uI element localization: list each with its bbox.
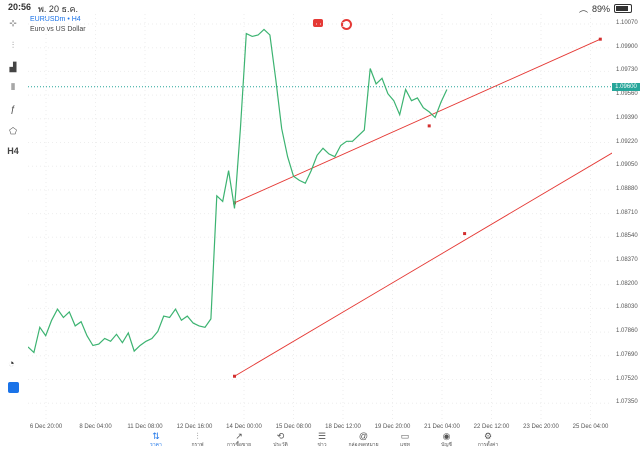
news-icon: ☰ bbox=[317, 431, 327, 441]
nav-label: ประวัติ bbox=[273, 442, 288, 448]
battery-icon bbox=[614, 4, 632, 13]
gauge-icon[interactable]: ◔ bbox=[8, 358, 15, 370]
nav-label: กล่องจดหมาย bbox=[348, 442, 379, 448]
price-tick-label: 1.07350 bbox=[616, 399, 638, 406]
function-icon[interactable]: ƒ bbox=[4, 104, 22, 120]
price-tick-label: 1.07690 bbox=[616, 351, 638, 358]
price-tick-label: 1.09560 bbox=[616, 91, 638, 98]
time-tick-label: 11 Dec 08:00 bbox=[127, 424, 163, 430]
price-tick-label: 1.08710 bbox=[616, 209, 638, 216]
trade-icon: ↗ bbox=[235, 431, 243, 441]
settings-icon: ⚙ bbox=[483, 431, 493, 441]
trendline-1 bbox=[234, 38, 601, 204]
price-tick-label: 1.08370 bbox=[616, 257, 638, 263]
bars-icon[interactable]: ▟ bbox=[4, 62, 22, 78]
shapes-icon[interactable]: ⬠ bbox=[4, 126, 22, 142]
price-tick-label: 1.10070 bbox=[616, 20, 638, 26]
chat-icon: ▭ bbox=[400, 431, 410, 441]
time-tick-label: 6 Dec 20:00 bbox=[29, 424, 63, 430]
nav-label: การตั้งค่า bbox=[477, 442, 499, 448]
price-tick-label: 1.07860 bbox=[616, 328, 638, 335]
history-icon: ⟲ bbox=[276, 431, 285, 441]
nav-history[interactable]: ⟲ ประวัติ bbox=[261, 432, 301, 449]
candles-icon[interactable]: ⫶ bbox=[4, 40, 22, 56]
price-tick-label: 1.08030 bbox=[616, 304, 638, 311]
quotes-icon: ⇅ bbox=[152, 431, 160, 441]
price-tick-label: 1.08880 bbox=[616, 185, 638, 192]
account-icon: ◉ bbox=[442, 431, 451, 441]
chart-icon: ⫶ bbox=[196, 431, 199, 441]
nav-chart[interactable]: ⫶ กราฟ bbox=[178, 432, 218, 449]
mailbox-icon: @ bbox=[358, 431, 369, 441]
price-chart[interactable] bbox=[27, 14, 640, 424]
nav-trade[interactable]: ↗ การซื้อขาย bbox=[219, 432, 259, 449]
nav-news[interactable]: ☰ ข่าว bbox=[302, 432, 342, 449]
indicators-icon[interactable]: ⫴ bbox=[4, 82, 22, 98]
price-tick-label: 1.07520 bbox=[616, 375, 638, 382]
nav-label: ข่าว bbox=[317, 442, 327, 448]
nav-label: ราคา bbox=[150, 442, 162, 448]
trendline-2-anchor-1 bbox=[233, 374, 236, 378]
time-tick-label: 19 Dec 20:00 bbox=[374, 424, 411, 430]
time-tick-label: 14 Dec 00:00 bbox=[226, 424, 262, 430]
time-tick-label: 8 Dec 04:00 bbox=[79, 424, 112, 430]
time-tick-label: 22 Dec 12:00 bbox=[473, 424, 510, 430]
status-bar: 20:56 พ. 20 ธ.ค. ︵ 89% bbox=[0, 0, 640, 14]
nav-label: การซื้อขาย bbox=[226, 442, 252, 448]
price-axis[interactable]: 1.10070 1.09900 1.09730 1.09560 1.09390 1.092… bbox=[612, 14, 640, 414]
nav-label: บัญชี bbox=[441, 442, 452, 448]
nav-account[interactable]: ◉ บัญชี bbox=[427, 432, 467, 449]
crosshair-icon[interactable]: ⊹ bbox=[4, 18, 22, 34]
trendline-1-anchor-3 bbox=[598, 37, 602, 41]
status-time: 20:56 bbox=[8, 2, 32, 12]
time-tick-label: 15 Dec 08:00 bbox=[275, 424, 312, 430]
trendline-2 bbox=[234, 135, 640, 377]
price-tick-label: 1.09900 bbox=[616, 43, 638, 50]
chart-area[interactable] bbox=[27, 14, 640, 424]
nav-quotes[interactable]: ⇅ ราคา bbox=[136, 432, 176, 449]
price-series-line bbox=[27, 28, 448, 354]
nav-mailbox[interactable]: @ กล่องจดหมาย bbox=[344, 432, 384, 449]
nav-label: กราฟ bbox=[191, 442, 204, 448]
time-tick-label: 12 Dec 16:00 bbox=[176, 424, 213, 430]
bottom-nav: ⇅ ราคา ⫶ กราฟ ↗ การซื้อขาย ⟲ ประวัติ ☰ ข่าว @ กล่อง… bbox=[0, 432, 640, 449]
nav-settings[interactable]: ⚙ การตั้งค่า bbox=[468, 432, 508, 449]
price-tick-label: 1.09390 bbox=[616, 114, 638, 121]
time-tick-label: 25 Dec 04:00 bbox=[572, 424, 609, 430]
app-logo-icon[interactable] bbox=[8, 382, 19, 393]
time-tick-label: 21 Dec 04:00 bbox=[424, 424, 460, 430]
price-tick-label: 1.09730 bbox=[616, 67, 638, 74]
current-price-label: 1.09600 bbox=[612, 82, 640, 91]
price-tick-label: 1.08200 bbox=[616, 280, 638, 287]
battery-percent: 89% bbox=[591, 3, 610, 14]
price-tick-label: 1.09220 bbox=[616, 138, 638, 145]
time-tick-label: 23 Dec 20:00 bbox=[523, 424, 559, 430]
price-tick-label: 1.08540 bbox=[616, 233, 638, 240]
trendline-2-anchor-2 bbox=[463, 232, 467, 236]
trendline-1-anchor-2 bbox=[427, 124, 431, 128]
nav-label: แชท bbox=[400, 442, 410, 448]
nav-chat[interactable]: ▭ แชท bbox=[385, 432, 425, 449]
time-tick-label: 18 Dec 12:00 bbox=[325, 424, 361, 430]
timeframe-label[interactable]: H4 bbox=[4, 146, 22, 162]
price-tick-label: 1.09050 bbox=[616, 162, 638, 169]
